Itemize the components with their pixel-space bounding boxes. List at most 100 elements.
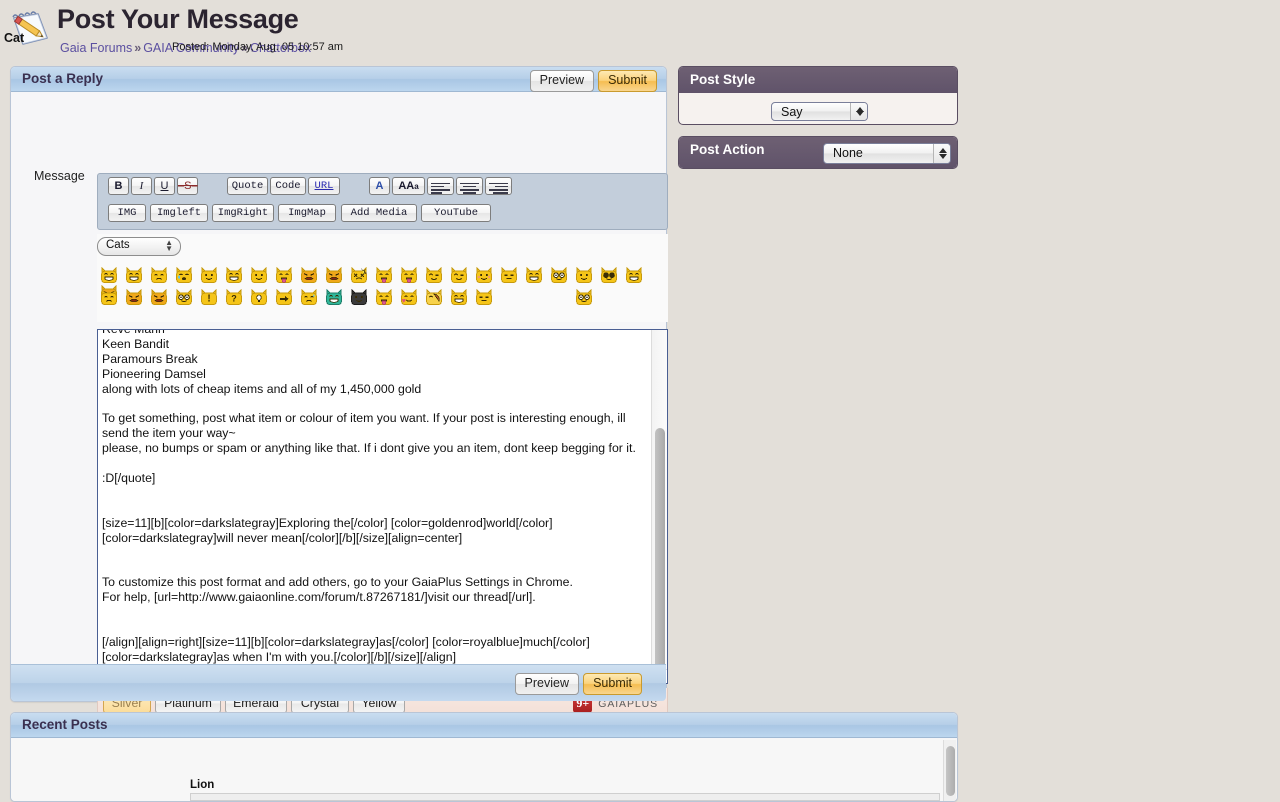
emoticon-cat-grin2[interactable]: [125, 266, 143, 284]
emoticon-cat-sleep[interactable]: [475, 288, 493, 306]
post-action-panel: Post Action None: [678, 136, 958, 169]
preview-button-top[interactable]: Preview: [529, 70, 595, 92]
message-label: Message: [34, 169, 85, 183]
recent-posts-body: [11, 739, 957, 801]
emoticon-cat-sad[interactable]: [100, 288, 118, 306]
svg-text:?: ?: [231, 293, 237, 303]
emoticon-cat-tongueout[interactable]: [375, 288, 393, 306]
emoticon-cat-happy[interactable]: [250, 266, 268, 284]
post-action-value: None: [833, 146, 863, 160]
align-left-icon: [428, 178, 453, 194]
toolbar-img-button[interactable]: IMG: [108, 204, 146, 222]
toolbar-underline-button[interactable]: U: [154, 177, 175, 195]
emoticon-cat-sunglasses[interactable]: [600, 266, 618, 284]
post-reply-panel: Post a Reply Preview Submit Message B I U –S…: [10, 66, 668, 721]
page-title: Post Your Message: [57, 4, 299, 34]
emoticon-cat-idea[interactable]: [250, 288, 268, 306]
emoticon-cat-evilgreen[interactable]: [325, 288, 343, 306]
emoticon-cat-question[interactable]: ?: [225, 288, 243, 306]
emoticon-category-select[interactable]: Cats ▲ ▼: [97, 237, 181, 256]
message-textarea-wrapper: [97, 329, 668, 684]
post-style-title: Post Style: [690, 72, 756, 87]
toolbar-strikethrough-button[interactable]: –S–: [177, 177, 198, 195]
submit-button-top[interactable]: Submit: [598, 70, 657, 92]
emoticon-cat-laugh[interactable]: [225, 266, 243, 284]
emoticon-cat-teeth[interactable]: [525, 266, 543, 284]
recent-posts-title: Recent Posts: [22, 717, 108, 732]
emoticon-cat-pie[interactable]: [425, 288, 443, 306]
recent-post-author: Cat: [4, 31, 25, 45]
message-textarea[interactable]: [100, 330, 648, 683]
emoticon-picker: Cats ▲ ▼ !?: [97, 234, 668, 322]
recent-posts-header: Recent Posts: [11, 713, 957, 738]
message-scrollbar-thumb[interactable]: [655, 428, 665, 671]
toolbar-align-left-button[interactable]: [427, 177, 454, 195]
breadcrumb-link-gaia-forums[interactable]: Gaia Forums: [60, 41, 132, 55]
emoticon-cat-dizzy[interactable]: [350, 266, 368, 284]
toolbar-youtube-button[interactable]: YouTube: [421, 204, 491, 222]
recent-posts-scrollbar-thumb[interactable]: [946, 746, 955, 796]
post-style-select[interactable]: Say: [771, 102, 868, 121]
post-reply-header-actions: Preview Submit: [526, 70, 657, 92]
emoticon-cat-exclaim[interactable]: !: [200, 288, 218, 306]
recent-posts-scrollbar[interactable]: [943, 740, 956, 801]
editor-toolbar-row-2: IMG Imgleft ImgRight ImgMap Add Media YouTube: [98, 204, 667, 228]
emoticon-cat-worried[interactable]: [150, 266, 168, 284]
chevron-updown-icon: ▲ ▼: [165, 238, 173, 253]
emoticon-cat-blush[interactable]: [475, 266, 493, 284]
post-reply-header: Post a Reply Preview Submit: [11, 67, 666, 92]
emoticon-cat-wink[interactable]: [425, 266, 443, 284]
editor-toolbar: B I U –S– Quote Code URL A AAa IMG Imgleft ImgRigh…: [97, 173, 668, 230]
message-scrollbar[interactable]: [651, 330, 667, 671]
emoticon-cat-rage[interactable]: [150, 288, 168, 306]
recent-post-quote-author: Lion: [190, 779, 215, 791]
toolbar-imgright-button[interactable]: ImgRight: [212, 204, 274, 222]
emoticon-cat-smile[interactable]: [200, 266, 218, 284]
emoticon-cat-tongue2[interactable]: [400, 266, 418, 284]
post-reply-footer: Preview Submit: [11, 664, 666, 701]
post-style-header: Post Style: [679, 67, 957, 93]
emoticon-cat-shout[interactable]: [300, 266, 318, 284]
page-header: Post Your Message Gaia Forums» GAIA Commu…: [0, 0, 1280, 64]
emoticon-cat-tongue[interactable]: [275, 266, 293, 284]
toolbar-font-size-button[interactable]: AAa: [392, 177, 425, 195]
submit-button-bottom[interactable]: Submit: [583, 673, 642, 695]
preview-button-bottom[interactable]: Preview: [514, 673, 579, 695]
emoticon-cat-glasses[interactable]: [550, 266, 568, 284]
svg-text:!: !: [207, 294, 210, 305]
toolbar-bold-button[interactable]: B: [108, 177, 129, 195]
emoticon-cat-bigsmile[interactable]: [625, 266, 643, 284]
emoticon-cat-sly[interactable]: [450, 266, 468, 284]
emoticon-cat-black[interactable]: [350, 288, 368, 306]
emoticon-cat-angry[interactable]: [325, 266, 343, 284]
toolbar-align-center-button[interactable]: [456, 177, 483, 195]
emoticon-cat-grin[interactable]: [100, 266, 118, 284]
recent-post-timestamp: Posted: Monday, Aug. 05 10:57 am: [172, 41, 344, 53]
toolbar-code-button[interactable]: Code: [270, 177, 306, 195]
emoticon-cat-arrow[interactable]: [275, 288, 293, 306]
emoticon-cat-nerd[interactable]: [175, 288, 193, 306]
toolbar-imgleft-button[interactable]: Imgleft: [150, 204, 208, 222]
emoticon-cat-laughwink[interactable]: [450, 288, 468, 306]
toolbar-add-media-button[interactable]: Add Media: [341, 204, 417, 222]
emoticon-cat-sweat[interactable]: [300, 288, 318, 306]
toolbar-quote-button[interactable]: Quote: [227, 177, 268, 195]
toolbar-font-color-button[interactable]: A: [369, 177, 390, 195]
post-style-value: Say: [781, 105, 803, 119]
emoticon-cat-pleased[interactable]: [575, 266, 593, 284]
toolbar-align-right-button[interactable]: [485, 177, 512, 195]
emoticon-row-2: !?: [100, 288, 600, 312]
toolbar-url-button[interactable]: URL: [308, 177, 340, 195]
align-right-icon: [486, 178, 511, 194]
emoticon-cat-furious[interactable]: [125, 288, 143, 306]
toolbar-imgmap-button[interactable]: ImgMap: [278, 204, 336, 222]
emoticon-cat-heart[interactable]: [400, 288, 418, 306]
toolbar-italic-button[interactable]: I: [131, 177, 152, 195]
emoticon-cat-wink-tongue[interactable]: [375, 266, 393, 284]
emoticon-cat-spectacles[interactable]: [575, 288, 593, 306]
align-center-icon: [457, 178, 482, 194]
emoticon-cat-cry[interactable]: [175, 266, 193, 284]
emoticon-cat-neutral[interactable]: [500, 266, 518, 284]
post-action-select[interactable]: None: [823, 143, 951, 164]
post-style-chevron-icon: [850, 103, 867, 120]
